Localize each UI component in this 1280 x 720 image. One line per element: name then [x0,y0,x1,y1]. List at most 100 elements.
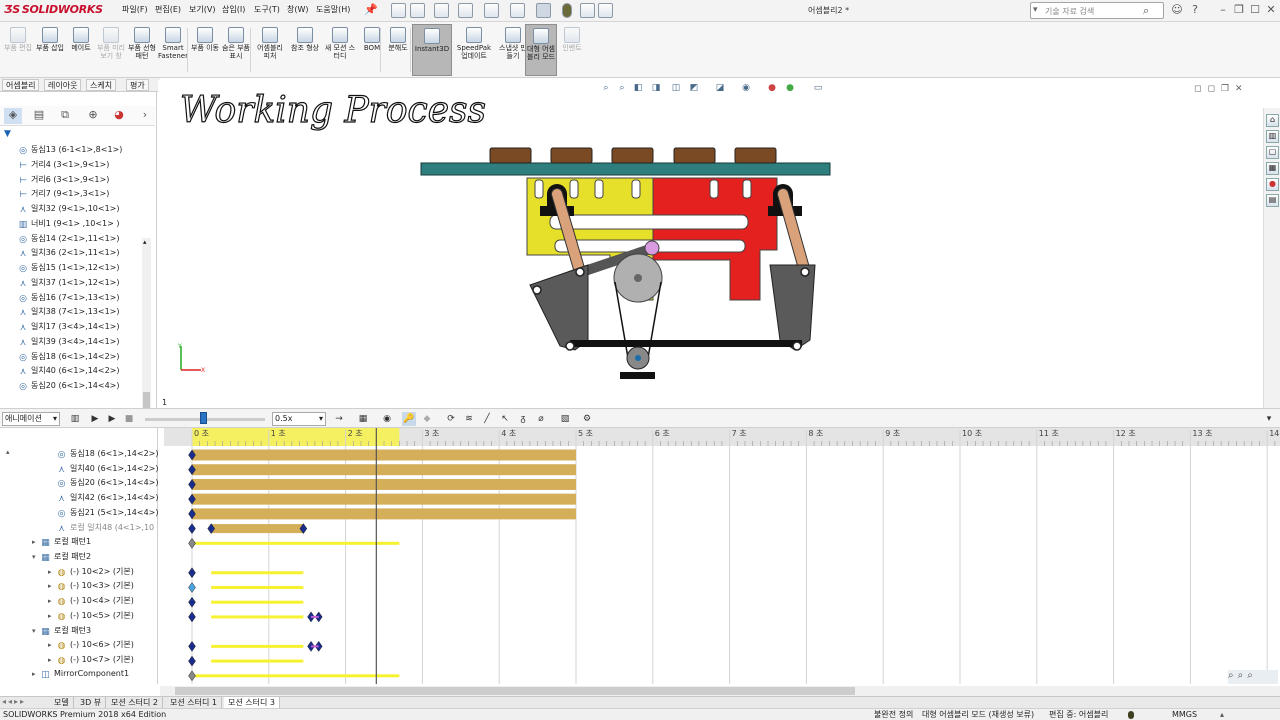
tab-command-2[interactable]: 스케치 [86,79,117,91]
options-gear-icon[interactable] [598,3,613,18]
tab-scroll-arrows[interactable]: ◂◂▸▸ [2,697,26,706]
mate-item[interactable]: ◎ 동심20 (6<1>,14<4>) [18,380,148,395]
user-icon[interactable]: ☺ [1170,3,1184,17]
ribbon-button-9[interactable]: 참조 형상 [289,24,321,76]
motion-properties-icon[interactable]: ⚙ [580,412,594,426]
save-icon[interactable] [458,3,473,18]
key-bar[interactable] [192,508,576,520]
ribbon-button-5[interactable]: Smart Fastener [157,24,189,76]
expand-arrow-icon[interactable]: ▾ [32,627,40,635]
design-library-icon[interactable]: ▥ [1266,130,1279,143]
expand-arrow-icon[interactable]: ▸ [32,670,40,678]
motion-tree-item[interactable]: ◎ 동심21 (5<1>,14<4>) [0,507,159,522]
restore-icon[interactable]: ❐ [1232,3,1246,17]
minimize-icon[interactable]: – [1216,3,1230,17]
expand-arrow-icon[interactable]: ▾ [32,553,40,561]
dimxpert-tab-icon[interactable]: ⊕ [84,108,102,124]
zoom-area-icon[interactable]: ⌕ [616,82,628,94]
apply-scene-icon[interactable]: ● [784,82,796,94]
motion-timeline[interactable]: 0 초 1 초 2 초 3 초 4 초 5 초 6 초 7 초 8 초 9 초 10 초 11 초 12… [164,428,1280,684]
key-bar[interactable] [211,571,304,575]
search-scope-icon[interactable]: ▾ [1033,5,1038,15]
custom-properties-icon[interactable]: ▤ [1266,194,1279,207]
key-bar[interactable] [211,644,304,648]
mate-item[interactable]: ⋏ 일치32 (9<1>,10<1>) [18,203,148,218]
previous-view-icon[interactable]: ◧ [632,82,644,94]
mate-item[interactable]: ⋏ 일치36 (2<1>,11<1>) [18,247,148,262]
section-view-icon[interactable]: ◨ [650,82,662,94]
key-bar[interactable] [192,464,576,476]
save-animation-icon[interactable]: ▦ [356,412,370,426]
property-manager-tab-icon[interactable]: ▤ [30,108,48,124]
mate-item[interactable]: ⋏ 일치38 (7<1>,13<1>) [18,306,148,321]
ribbon-button-8[interactable]: 어셈블리 피처 [254,24,286,76]
play-icon[interactable]: ▶ [105,412,119,426]
home-icon[interactable] [391,3,406,18]
mate-item[interactable]: ⋏ 일치39 (3<4>,14<1>) [18,336,148,351]
edit-appearance-icon[interactable]: ● [766,82,778,94]
expand-arrow-icon[interactable]: ▸ [48,641,56,649]
viewport-window-controls[interactable]: ◻◻❐✕ [1194,84,1254,96]
filter-icon[interactable]: ▼ [4,129,11,139]
motion-tree-item[interactable]: ⋏ 로컬 일치48 (4<1>,10 [0,522,156,537]
ribbon-button-16[interactable]: 대형 어셈블리 모드 [525,24,557,76]
ribbon-button-10[interactable]: 새 모션 스터디 [324,24,356,76]
dynamic-annotation-icon[interactable]: ◫ [670,82,682,94]
stop-icon[interactable]: ■ [122,412,136,426]
motion-tree-item[interactable]: ▾ ▦ 로컬 패턴2 [0,551,156,566]
key-bar[interactable] [211,600,304,604]
expand-arrow-icon[interactable]: ▸ [48,597,56,605]
key-bar[interactable] [211,659,304,663]
playback-slider-thumb[interactable] [200,412,207,424]
mechanism-assembly-model[interactable] [410,140,840,385]
motion-tree-item[interactable]: ▸ ◍ (-) 10<6> (기본) [0,639,156,654]
motion-tree-item[interactable]: ⋏ 일치40 (6<1>,14<2>) [0,463,158,478]
motion-tree-item[interactable]: ▸ ◫ MirrorComponent1 [0,669,156,684]
expand-arrow-icon[interactable]: ▸ [48,582,56,590]
display-manager-tab-icon[interactable]: ◕ [110,108,128,124]
solidworks-logo[interactable]: ƷS SOLIDWORKS [4,3,103,19]
key-bar[interactable] [211,585,304,589]
autokey-icon[interactable]: 🔑 [402,412,416,426]
pin-menu-icon[interactable]: 📌 [364,3,378,17]
menu-item-0[interactable]: 파일(F) [122,4,148,15]
mate-item[interactable]: ⋏ 일치37 (1<1>,12<1>) [18,277,148,292]
menu-item-1[interactable]: 편집(E) [155,4,181,15]
key-bar[interactable] [192,493,576,505]
mate-item[interactable]: ⊢ 거리6 (3<1>,9<1>) [18,174,148,189]
damper-icon[interactable]: ╱ [480,412,494,426]
collapse-timeline-icon[interactable]: ▾ [1262,412,1276,426]
traffic-light-icon[interactable] [562,3,572,18]
key-bar[interactable] [192,541,400,545]
tab-command-1[interactable]: 레이아웃 [44,79,82,91]
mate-item[interactable]: ◎ 동심13 (6-1<1>,8<1>) [18,144,148,159]
search-icon[interactable]: ⌕ [1143,4,1149,18]
motion-tree-item[interactable]: ◎ 동심20 (6<1>,14<4>) [0,477,159,492]
menu-item-3[interactable]: 삽입(I) [222,4,245,15]
appearances-icon[interactable]: ● [1266,178,1279,191]
tab-command-0[interactable]: 어셈블리 [2,79,40,91]
key-bar[interactable] [192,674,400,678]
timeline-scroll-thumb[interactable] [175,687,855,695]
tab-command-3[interactable]: 평가 [126,79,149,91]
file-properties-icon[interactable] [580,3,595,18]
configuration-manager-tab-icon[interactable]: ⧉ [56,108,74,124]
search-input[interactable]: 기술 자료 검색 ▾ ⌕ [1030,2,1164,19]
force-icon[interactable]: ↖ [498,412,512,426]
expand-arrow-icon[interactable]: ▸ [48,568,56,576]
ribbon-button-17[interactable]: 인벤트 [556,24,588,76]
expand-arrow-icon[interactable]: ▸ [48,612,56,620]
hide-show-items-icon[interactable]: ◉ [740,82,752,94]
ribbon-button-6[interactable]: 부품 이동 [189,24,221,76]
display-style-icon[interactable]: ◪ [714,82,726,94]
help-icon[interactable]: ? [1188,3,1202,17]
motion-tree-item[interactable]: ◎ 동심18 (6<1>,14<2>) [0,448,159,463]
mate-item[interactable]: ◎ 동심14 (2<1>,11<1>) [18,233,148,248]
maximize-icon[interactable]: ☐ [1248,3,1262,17]
mate-item[interactable]: ⊢ 거리7 (9<1>,3<1>) [18,188,148,203]
zoom-to-fit-icon[interactable]: ⌕ [600,82,612,94]
ribbon-button-3[interactable]: 부품 미리보기 창 [95,24,127,76]
ribbon-button-13[interactable]: Instant3D [412,24,452,76]
study-type-select[interactable]: 애니메이션 ▾ [2,412,60,426]
rebuild-light-icon[interactable] [1128,711,1134,719]
